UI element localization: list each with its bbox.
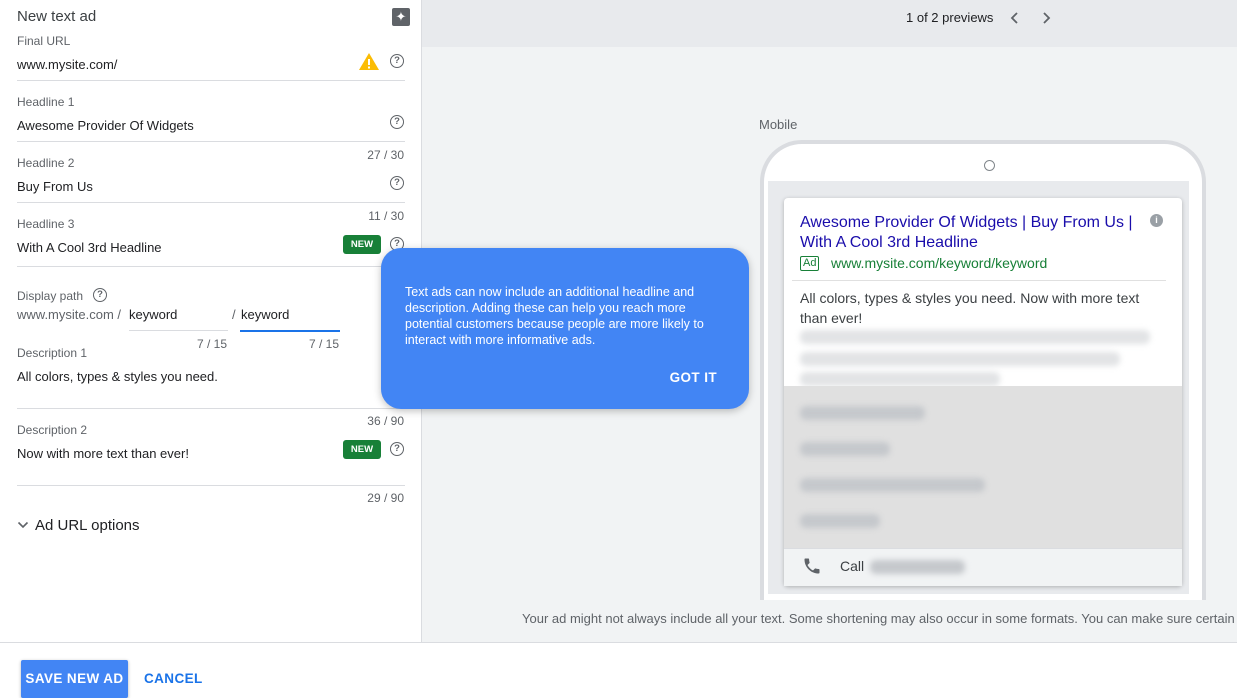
headline1-char-count: 27 / 30 bbox=[367, 148, 404, 162]
divider bbox=[17, 80, 405, 81]
path1-input[interactable]: keyword bbox=[129, 307, 177, 322]
cancel-button[interactable]: CANCEL bbox=[144, 671, 203, 686]
chevron-down-icon[interactable] bbox=[17, 519, 29, 531]
new-badge: NEW bbox=[343, 440, 381, 459]
blurred-placeholder bbox=[800, 372, 1000, 386]
phone-icon bbox=[804, 558, 820, 574]
headline1-label: Headline 1 bbox=[17, 95, 75, 109]
chevron-left-icon[interactable] bbox=[1007, 10, 1023, 26]
ad-description: All colors, types & styles you need. Now… bbox=[800, 290, 1140, 326]
new-badge: NEW bbox=[343, 235, 381, 254]
blurred-placeholder bbox=[800, 478, 985, 492]
display-path-domain: www.mysite.com / bbox=[17, 307, 122, 322]
preview-counter: 1 of 2 previews bbox=[906, 10, 994, 25]
headline2-char-count: 11 / 30 bbox=[368, 209, 404, 223]
got-it-button[interactable]: GOT IT bbox=[670, 370, 717, 385]
ad-suggestion-icon[interactable]: ✦ bbox=[392, 8, 410, 26]
warning-icon[interactable] bbox=[358, 52, 380, 71]
description1-label: Description 1 bbox=[17, 346, 88, 360]
action-bar: SAVE NEW AD CANCEL bbox=[0, 642, 1237, 698]
path-separator: / bbox=[232, 307, 236, 322]
divider bbox=[17, 408, 405, 409]
ad-form-panel: New text ad ✦ Final URL www.mysite.com/ … bbox=[0, 0, 422, 642]
divider bbox=[17, 266, 405, 267]
description2-label: Description 2 bbox=[17, 423, 88, 437]
headline3-label: Headline 3 bbox=[17, 217, 75, 231]
phone-camera bbox=[984, 160, 995, 171]
preview-disclaimer: Your ad might not always include all you… bbox=[522, 611, 1235, 626]
divider bbox=[17, 485, 405, 486]
save-new-ad-button[interactable]: SAVE NEW AD bbox=[21, 660, 128, 698]
path1-char-count: 7 / 15 bbox=[197, 337, 228, 351]
headline1-input[interactable]: Awesome Provider Of Widgets bbox=[17, 118, 194, 133]
headline2-input[interactable]: Buy From Us bbox=[17, 179, 93, 194]
help-icon[interactable]: ? bbox=[390, 442, 404, 456]
headline2-label: Headline 2 bbox=[17, 156, 75, 170]
ad-badge: Ad bbox=[800, 256, 820, 271]
path2-underline bbox=[240, 330, 340, 332]
description2-char-count: 29 / 90 bbox=[367, 491, 404, 505]
blurred-placeholder bbox=[800, 442, 890, 456]
chevron-right-icon[interactable] bbox=[1038, 10, 1054, 26]
blurred-placeholder bbox=[800, 514, 880, 528]
blurred-placeholder bbox=[800, 406, 925, 420]
divider bbox=[17, 141, 405, 142]
path2-char-count: 7 / 15 bbox=[309, 337, 340, 351]
description1-char-count: 36 / 90 bbox=[367, 414, 404, 428]
ad-headline[interactable]: Awesome Provider Of Widgets | Buy From U… bbox=[800, 213, 1140, 253]
divider bbox=[792, 280, 1166, 281]
ad-url-options-toggle[interactable]: Ad URL options bbox=[35, 517, 140, 534]
preview-toolbar bbox=[422, 0, 1237, 47]
info-icon[interactable]: i bbox=[1150, 214, 1163, 227]
feature-tooltip: Text ads can now include an additional h… bbox=[381, 248, 749, 409]
blurred-placeholder bbox=[800, 352, 1120, 366]
device-label: Mobile bbox=[759, 117, 798, 132]
form-title: New text ad bbox=[17, 8, 97, 25]
path2-input[interactable]: keyword bbox=[241, 307, 289, 322]
help-icon[interactable]: ? bbox=[390, 176, 404, 190]
path1-underline bbox=[129, 330, 228, 331]
ad-display-url: www.mysite.com/keyword/keyword bbox=[831, 255, 1048, 271]
final-url-input[interactable]: www.mysite.com/ bbox=[17, 57, 117, 72]
description2-input[interactable]: Now with more text than ever! bbox=[17, 446, 189, 461]
blurred-placeholder bbox=[800, 330, 1150, 344]
divider bbox=[17, 202, 405, 203]
headline3-input[interactable]: With A Cool 3rd Headline bbox=[17, 240, 162, 255]
help-icon[interactable]: ? bbox=[390, 54, 404, 68]
description1-input[interactable]: All colors, types & styles you need. bbox=[17, 369, 218, 384]
final-url-label: Final URL bbox=[17, 34, 71, 48]
call-label: Call bbox=[840, 558, 865, 574]
blurred-phone-number bbox=[870, 560, 965, 574]
help-icon[interactable]: ? bbox=[390, 115, 404, 129]
help-icon[interactable]: ? bbox=[93, 288, 107, 302]
display-path-label: Display path bbox=[17, 289, 84, 303]
tooltip-text: Text ads can now include an additional h… bbox=[405, 285, 704, 347]
